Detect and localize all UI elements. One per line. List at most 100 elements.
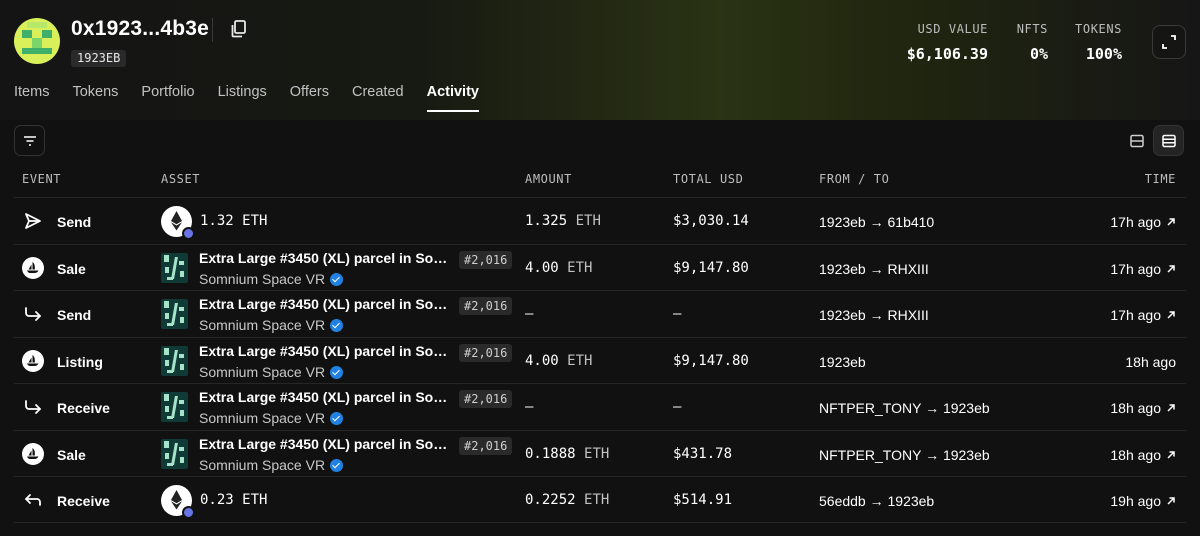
rank-badge: #2,016 — [459, 297, 513, 315]
to-address[interactable]: 1923eb — [888, 493, 935, 509]
event-time[interactable]: 19h ago — [1110, 493, 1176, 509]
nft-name[interactable]: Extra Large #3450 (XL) parcel in Somnium… — [199, 436, 457, 452]
verified-icon — [330, 272, 344, 286]
to-address[interactable]: RHXIII — [888, 307, 929, 323]
asset-amount[interactable]: 0.23 ETH — [200, 492, 267, 508]
amount: 4.00 ETH — [525, 352, 593, 369]
eth-icon — [161, 206, 195, 240]
copy-icon[interactable] — [228, 18, 250, 40]
nft-thumbnail[interactable] — [161, 345, 188, 376]
event-time[interactable]: 18h ago — [1110, 400, 1176, 416]
table-row[interactable]: Listing Extra Large #3450 (XL) parcel in … — [14, 336, 1186, 384]
filter-button[interactable] — [14, 125, 45, 156]
external-link-icon — [1161, 214, 1176, 230]
rank-badge: #2,016 — [459, 343, 513, 362]
tab-offers[interactable]: Offers — [290, 84, 329, 112]
arrow-right-icon: → — [869, 214, 884, 230]
stat-nfts: NFTS 0% — [1016, 22, 1048, 63]
table-view-button[interactable] — [1153, 125, 1184, 156]
tab-tokens[interactable]: Tokens — [72, 84, 118, 112]
list-view-icon — [1129, 134, 1144, 147]
external-link-icon — [1161, 493, 1176, 509]
amount: 0.1888 ETH — [525, 445, 610, 462]
table-row[interactable]: Sale Extra Large #3450 (XL) parcel in Som… — [14, 429, 1186, 477]
opensea-icon — [22, 349, 44, 372]
from-address[interactable]: NFTPER_TONY — [819, 400, 921, 416]
compact-view-button[interactable] — [1121, 125, 1152, 156]
event-time[interactable]: 17h ago — [1110, 214, 1176, 230]
from-to: NFTPER_TONY → 1923eb — [819, 400, 990, 416]
header-event[interactable]: EVENT — [22, 172, 61, 186]
from-address[interactable]: 1923eb — [819, 214, 866, 230]
event-time[interactable]: 17h ago — [1110, 261, 1176, 277]
nft-thumbnail[interactable] — [161, 392, 188, 422]
amount: 1.325 ETH — [525, 213, 601, 229]
from-to: 56eddb → 1923eb — [819, 493, 934, 509]
nft-name[interactable]: Extra Large #3450 (XL) parcel in Somnium… — [199, 250, 457, 266]
tab-portfolio[interactable]: Portfolio — [141, 84, 194, 112]
tab-activity[interactable]: Activity — [426, 84, 480, 112]
verified-icon — [330, 319, 344, 332]
from-address[interactable]: 56eddb — [819, 493, 866, 509]
nft-thumbnail[interactable] — [161, 299, 188, 329]
to-address[interactable]: 61b410 — [888, 214, 935, 230]
tab-items[interactable]: Items — [14, 84, 49, 112]
table-row[interactable]: Receive Extra Large #3450 (XL) parcel in … — [14, 383, 1186, 430]
stat-usd-value: USD VALUE $6,106.39 — [906, 22, 988, 63]
total-usd: — — [673, 399, 682, 415]
external-link-icon — [1161, 400, 1176, 416]
from-address[interactable]: NFTPER_TONY — [819, 447, 921, 463]
tab-created[interactable]: Created — [352, 84, 404, 112]
nft-name[interactable]: Extra Large #3450 (XL) parcel in Somnium… — [199, 389, 457, 405]
event-time[interactable]: 18h ago — [1110, 447, 1176, 463]
activity-table: Send 1.32 ETH 1.325 ETH $3,030.14 1923eb → 6… — [14, 197, 1186, 523]
transfer-icon — [22, 396, 44, 418]
external-link-icon — [1161, 307, 1176, 323]
table-row[interactable]: Sale Extra Large #3450 (XL) parcel in Som… — [14, 243, 1186, 291]
table-row[interactable]: Send 1.32 ETH 1.325 ETH $3,030.14 1923eb → 6… — [14, 197, 1186, 244]
event-label: Receive — [57, 400, 110, 416]
collection-name[interactable]: Somnium Space VR — [199, 364, 344, 380]
from-address[interactable]: 1923eb — [819, 307, 866, 323]
total-usd: — — [673, 306, 682, 322]
nft-name[interactable]: Extra Large #3450 (XL) parcel in Somnium… — [199, 296, 457, 312]
amount: — — [525, 306, 534, 322]
collection-name[interactable]: Somnium Space VR — [199, 271, 344, 287]
arrow-right-icon: → — [869, 260, 884, 277]
arrow-right-icon: → — [869, 307, 884, 323]
collection-name[interactable]: Somnium Space VR — [199, 410, 344, 426]
to-address[interactable]: 1923eb — [943, 400, 990, 416]
amount: 4.00 ETH — [525, 259, 593, 276]
avatar[interactable] — [14, 18, 60, 64]
divider — [212, 18, 213, 42]
event-time[interactable]: 17h ago — [1110, 307, 1176, 323]
tab-listings[interactable]: Listings — [218, 84, 267, 112]
header-from-to[interactable]: FROM / TO — [819, 172, 889, 186]
header-asset[interactable]: ASSET — [161, 172, 200, 186]
collection-name[interactable]: Somnium Space VR — [199, 317, 344, 333]
to-address[interactable]: 1923eb — [943, 447, 990, 463]
asset-amount[interactable]: 1.32 ETH — [200, 213, 267, 229]
from-to: 1923eb → RHXIII — [819, 261, 929, 277]
stat-tokens: TOKENS 100% — [1075, 22, 1122, 63]
nft-thumbnail[interactable] — [161, 252, 188, 283]
from-address[interactable]: 1923eb — [819, 261, 866, 277]
nft-name[interactable]: Extra Large #3450 (XL) parcel in Somnium… — [199, 343, 457, 359]
from-address[interactable]: 1923eb — [819, 354, 866, 370]
from-to: NFTPER_TONY → 1923eb — [819, 447, 990, 463]
address-badge: 1923EB — [71, 50, 127, 67]
table-row[interactable]: Send Extra Large #3450 (XL) parcel in Som… — [14, 290, 1186, 337]
to-address[interactable]: RHXIII — [888, 261, 929, 277]
header-total-usd[interactable]: TOTAL USD — [673, 172, 743, 186]
chain-badge — [182, 506, 195, 519]
event-time: 18h ago — [1125, 353, 1176, 370]
table-row[interactable]: Receive 0.23 ETH 0.2252 ETH $514.91 56eddb →… — [14, 476, 1186, 523]
table-view-icon — [1161, 134, 1176, 147]
event-label: Listing — [57, 353, 103, 370]
expand-button[interactable] — [1152, 25, 1186, 59]
rank-badge: #2,016 — [459, 436, 513, 455]
header-time[interactable]: TIME — [1145, 172, 1176, 186]
collection-name[interactable]: Somnium Space VR — [199, 457, 344, 473]
header-amount[interactable]: AMOUNT — [525, 172, 572, 186]
nft-thumbnail[interactable] — [161, 438, 188, 469]
